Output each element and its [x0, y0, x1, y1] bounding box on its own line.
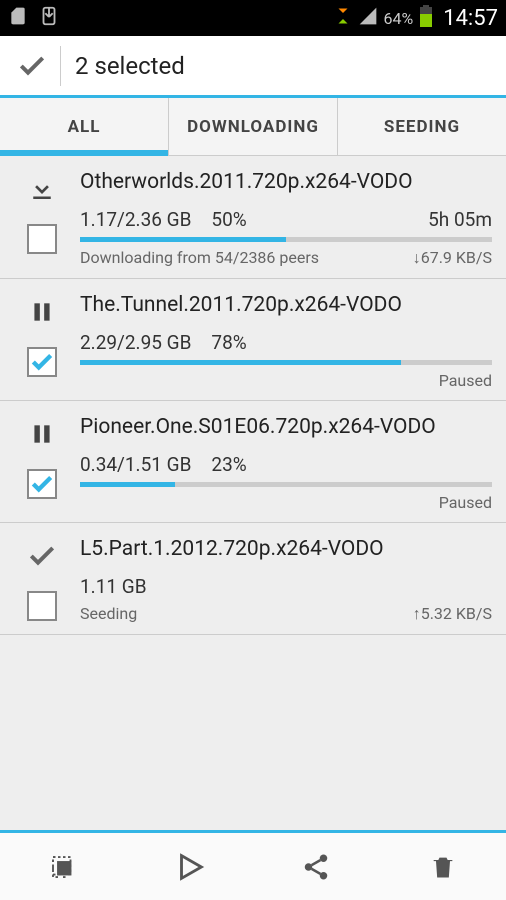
- action-bar: 2 selected: [0, 36, 506, 98]
- progress-bar: [80, 237, 492, 242]
- item-checkbox[interactable]: [27, 224, 57, 254]
- tab-bar: ALL DOWNLOADING SEEDING: [0, 98, 506, 156]
- torrent-speed: ↓67.9 KB/S: [413, 248, 492, 268]
- torrent-item[interactable]: Otherworlds.2011.720p.x264-VODO 1.17/2.3…: [0, 156, 506, 279]
- separator: [60, 46, 61, 86]
- torrent-speed: Paused: [439, 371, 492, 390]
- sdcard-icon: [8, 6, 28, 31]
- torrent-list: Otherworlds.2011.720p.x264-VODO 1.17/2.3…: [0, 156, 506, 635]
- progress-bar: [80, 360, 492, 365]
- torrent-speed: ↑5.32 KB/S: [413, 604, 492, 624]
- torrent-item[interactable]: Pioneer.One.S01E06.720p.x264-VODO 0.34/1…: [0, 401, 506, 523]
- torrent-eta: 5h 05m: [428, 208, 492, 231]
- battery-icon: [419, 5, 433, 32]
- bottom-action-bar: [0, 830, 506, 900]
- clock: 14:57: [443, 6, 498, 31]
- item-checkbox[interactable]: [27, 347, 57, 377]
- pause-icon: [29, 417, 55, 451]
- torrent-title: L5.Part.1.2012.720p.x264-VODO: [80, 537, 492, 561]
- item-checkbox[interactable]: [27, 591, 57, 621]
- delete-button[interactable]: [380, 833, 506, 900]
- item-checkbox[interactable]: [27, 469, 57, 499]
- download-icon: [27, 172, 57, 206]
- update-icon: [38, 5, 60, 32]
- torrent-percent: 50%: [211, 208, 246, 231]
- pause-icon: [29, 295, 55, 329]
- tab-seeding[interactable]: SEEDING: [338, 98, 506, 155]
- battery-percent: 64%: [384, 9, 414, 28]
- torrent-item[interactable]: The.Tunnel.2011.720p.x264-VODO 2.29/2.95…: [0, 279, 506, 401]
- torrent-size: 1.11 GB: [80, 575, 147, 598]
- torrent-size: 1.17/2.36 GB: [80, 208, 191, 231]
- android-status-bar: 64% 14:57: [0, 0, 506, 36]
- torrent-percent: 78%: [211, 331, 246, 354]
- network-icon: [334, 7, 352, 30]
- tab-downloading[interactable]: DOWNLOADING: [169, 98, 338, 155]
- torrent-percent: 23%: [211, 453, 246, 476]
- share-button[interactable]: [253, 833, 380, 900]
- torrent-status: Downloading from 54/2386 peers: [80, 248, 319, 268]
- torrent-title: Otherworlds.2011.720p.x264-VODO: [80, 170, 492, 194]
- progress-bar: [80, 482, 492, 487]
- signal-icon: [358, 6, 378, 31]
- done-button[interactable]: [10, 44, 54, 88]
- resume-button[interactable]: [127, 833, 254, 900]
- torrent-speed: Paused: [439, 493, 492, 512]
- torrent-status: Seeding: [80, 604, 137, 624]
- torrent-title: Pioneer.One.S01E06.720p.x264-VODO: [80, 415, 492, 439]
- select-all-button[interactable]: [0, 833, 127, 900]
- torrent-size: 0.34/1.51 GB: [80, 453, 191, 476]
- selection-count: 2 selected: [75, 52, 185, 80]
- done-icon: [26, 539, 58, 573]
- torrent-size: 2.29/2.95 GB: [80, 331, 191, 354]
- torrent-title: The.Tunnel.2011.720p.x264-VODO: [80, 293, 492, 317]
- tab-all[interactable]: ALL: [0, 98, 169, 155]
- torrent-item[interactable]: L5.Part.1.2012.720p.x264-VODO 1.11 GB Se…: [0, 523, 506, 635]
